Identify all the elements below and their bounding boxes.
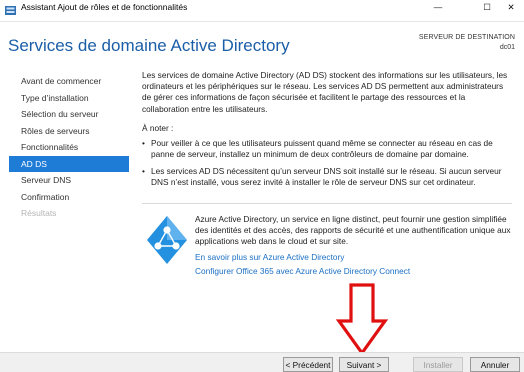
window-title: Assistant Ajout de rôles et de fonctionn…: [21, 2, 188, 12]
nav-item-confirmation[interactable]: Confirmation: [9, 189, 129, 206]
page-title: Services de domaine Active Directory: [8, 36, 290, 55]
window-titlebar: Assistant Ajout de rôles et de fonctionn…: [0, 0, 524, 22]
azure-ad-description: Azure Active Directory, un service en li…: [195, 214, 511, 246]
red-down-arrow: [336, 283, 388, 356]
azure-ad-learn-more-link[interactable]: En savoir plus sur Azure Active Director…: [195, 252, 344, 262]
main-content: Les services de domaine Active Directory…: [142, 70, 512, 195]
wizard-header: Services de domaine Active Directory SER…: [0, 22, 524, 68]
note-item: • Les services AD DS nécessitent qu’un s…: [142, 166, 512, 188]
minimize-button[interactable]: —: [418, 0, 458, 14]
note-item: • Pour veiller à ce que les utilisateurs…: [142, 138, 512, 160]
destination-server-label: SERVEUR DE DESTINATION: [418, 34, 515, 41]
nav-item-resultats: Résultats: [21, 208, 57, 218]
bullet-marker: •: [142, 137, 145, 148]
nav-item-avant-de-commencer[interactable]: Avant de commencer: [9, 73, 129, 90]
nav-item-serveur-dns[interactable]: Serveur DNS: [9, 172, 129, 189]
server-manager-icon: [5, 6, 16, 15]
nav-item-type-installation[interactable]: Type d’installation: [9, 90, 129, 107]
nav-item-fonctionnalites[interactable]: Fonctionnalités: [9, 139, 129, 156]
section-divider: [142, 203, 512, 204]
install-button: Installer: [413, 357, 463, 372]
intro-paragraph: Les services de domaine Active Directory…: [142, 70, 508, 114]
close-button[interactable]: ✕: [498, 0, 524, 14]
note-title: À noter :: [142, 122, 174, 133]
previous-button[interactable]: < Précédent: [283, 357, 333, 372]
nav-item-selection-serveur[interactable]: Sélection du serveur: [9, 106, 129, 123]
wizard-nav: Avant de commencer Type d’installation S…: [9, 73, 129, 222]
azure-ad-logo: [147, 216, 187, 264]
nav-item-ad-ds[interactable]: AD DS: [9, 155, 129, 172]
destination-server-name: dc01: [499, 44, 515, 51]
nav-item-roles-serveurs[interactable]: Rôles de serveurs: [9, 123, 129, 140]
note-item-text: Pour veiller à ce que les utilisateurs p…: [151, 137, 493, 160]
bullet-marker: •: [142, 166, 145, 177]
note-list: • Pour veiller à ce que les utilisateurs…: [142, 138, 512, 189]
office365-azure-connect-link[interactable]: Configurer Office 365 avec Azure Active …: [195, 266, 410, 276]
next-button[interactable]: Suivant >: [339, 357, 389, 372]
cancel-button[interactable]: Annuler: [470, 357, 520, 372]
note-item-text: Les services AD DS nécessitent qu’un ser…: [151, 166, 502, 188]
